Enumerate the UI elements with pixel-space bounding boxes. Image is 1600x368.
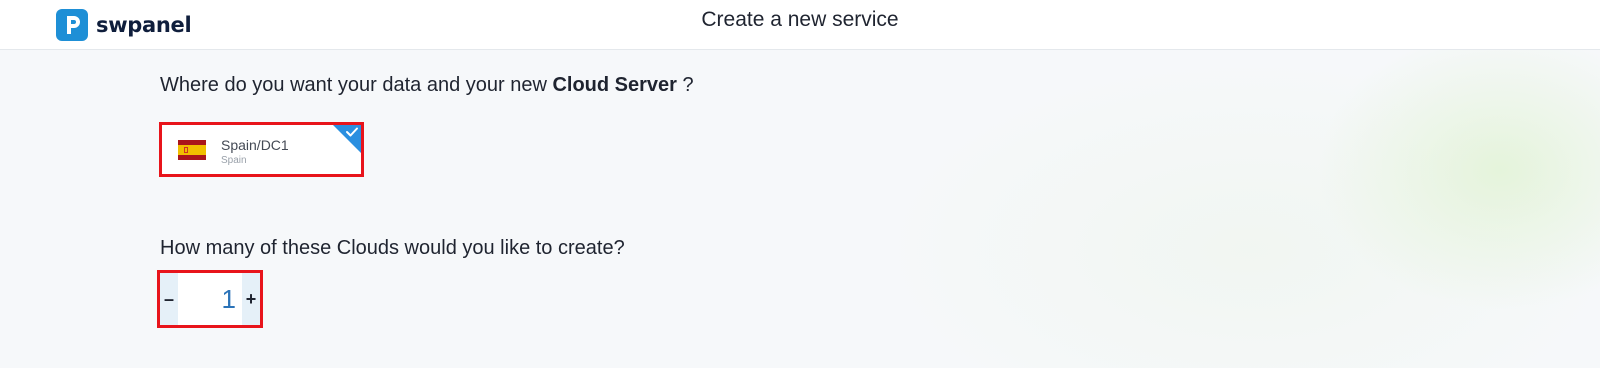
location-question-bold: Cloud Server: [552, 74, 677, 96]
increment-button[interactable]: +: [242, 273, 260, 325]
location-question: Where do you want your data and your new…: [160, 74, 694, 97]
decrement-button[interactable]: –: [160, 273, 178, 325]
location-question-prefix: Where do you want your data and your new: [160, 74, 547, 96]
datacenter-name: Spain/DC1: [221, 137, 289, 153]
location-question-suffix: ?: [682, 74, 694, 96]
quantity-question: How many of these Clouds would you like …: [160, 237, 625, 259]
checkmark-icon: [346, 127, 358, 137]
datacenter-country: Spain: [221, 155, 247, 166]
quantity-value[interactable]: 1: [178, 273, 242, 325]
datacenter-option-spain-dc1[interactable]: Spain/DC1 Spain: [159, 122, 364, 177]
quantity-stepper: – 1 +: [157, 270, 263, 328]
spain-flag-icon: [178, 140, 206, 160]
top-bar: swpanel Create a new service: [0, 0, 1600, 50]
page-title: Create a new service: [701, 8, 899, 31]
